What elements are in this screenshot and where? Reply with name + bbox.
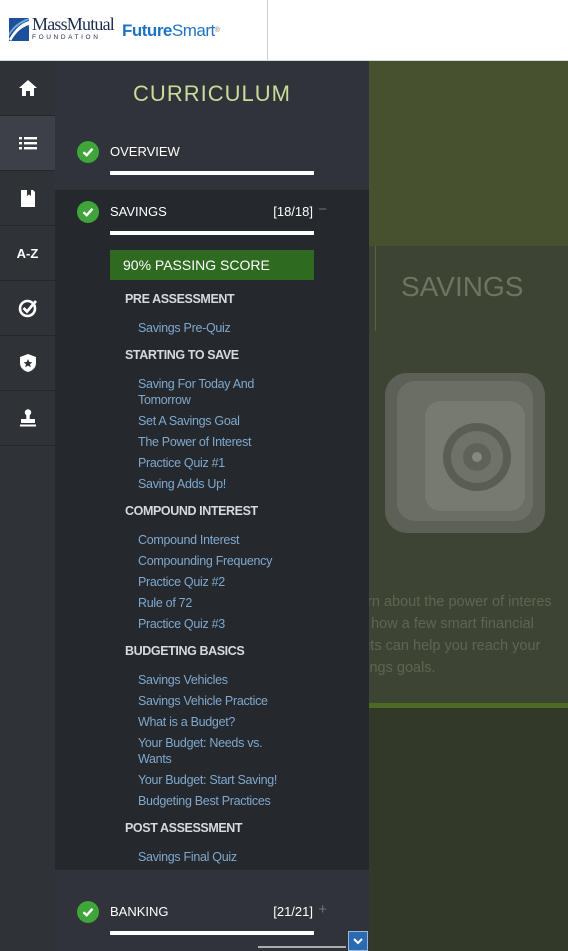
lesson-link[interactable]: Saving For Today And Tomorrow [138, 376, 278, 408]
section-label: OVERVIEW [110, 144, 180, 159]
lesson-link[interactable]: Your Budget: Start Saving! [138, 772, 278, 788]
lesson-link[interactable]: Saving Adds Up! [138, 476, 278, 492]
section-label: SAVINGS [110, 204, 167, 219]
section-underline [110, 931, 314, 935]
lesson-group-title: POST ASSESSMENT [125, 821, 243, 835]
lesson-link[interactable]: Practice Quiz #3 [138, 616, 278, 632]
top-header: MassMutual FOUNDATION FutureSmart® [0, 0, 568, 61]
safe-illustration [385, 373, 545, 533]
product-name-second: Smart [171, 21, 215, 40]
complete-check-icon [77, 201, 99, 223]
section-underline [110, 231, 314, 235]
section-overview[interactable]: OVERVIEW [77, 141, 313, 163]
lesson-link[interactable]: The Power of Interest [138, 434, 278, 450]
passing-score-label: 90% PASSING SCORE [123, 257, 270, 273]
chevron-down-icon [353, 938, 363, 945]
check-badge-icon [18, 299, 37, 318]
scroll-down-button[interactable] [348, 931, 368, 951]
complete-check-icon [77, 141, 99, 163]
lesson-lower-area [369, 708, 568, 951]
section-savings[interactable]: SAVINGS [18/18] − [77, 201, 327, 223]
nav-home-button[interactable] [0, 61, 55, 116]
lesson-intro-line: vings goals. [369, 660, 436, 676]
section-underline [110, 171, 314, 175]
trademark-mark: ® [214, 27, 220, 34]
left-icon-nav: A-Z [0, 61, 55, 951]
lesson-link[interactable]: Savings Pre-Quiz [138, 320, 278, 336]
curriculum-panel: CURRICULUM OVERVIEW SAVINGS [18/18] − 90… [55, 61, 369, 951]
lesson-link[interactable]: Savings Vehicles [138, 672, 278, 688]
lesson-hero-top [369, 61, 568, 246]
lesson-group-title: BUDGETING BASICS [125, 644, 245, 658]
list-icon [18, 137, 37, 150]
shield-star-icon [19, 354, 36, 372]
product-name-first: Future [122, 21, 172, 40]
section-banking[interactable]: BANKING [21/21] + [77, 901, 327, 923]
expand-toggle-icon[interactable]: + [318, 901, 327, 918]
nav-certificate-button[interactable] [0, 391, 55, 446]
lesson-background: SAVINGS arn about the power of interes d… [369, 61, 568, 951]
lesson-intro-line: d how a few smart financial [369, 616, 534, 632]
lesson-title: SAVINGS [401, 271, 524, 302]
nav-quiz-button[interactable] [0, 281, 55, 336]
nav-glossary-button[interactable]: A-Z [0, 226, 55, 281]
savings-subpanel: SAVINGS [18/18] − 90% PASSING SCORE PRE … [55, 190, 369, 870]
lesson-link[interactable]: Savings Vehicle Practice [138, 693, 278, 709]
collapse-toggle-icon[interactable]: − [318, 201, 327, 218]
lesson-link[interactable]: Practice Quiz #1 [138, 455, 278, 471]
section-progress-count: [18/18] [273, 204, 313, 219]
lesson-link[interactable]: Your Budget: Needs vs. Wants [138, 735, 278, 767]
book-icon [20, 190, 35, 207]
a-z-icon: A-Z [16, 245, 39, 261]
massmutual-logo-mark-icon [9, 18, 29, 41]
lesson-group-title: PRE ASSESSMENT [125, 292, 235, 306]
scroll-track-line [258, 946, 346, 948]
curriculum-title: CURRICULUM [133, 81, 291, 106]
lesson-link[interactable]: What is a Budget? [138, 714, 278, 730]
home-icon [18, 80, 37, 96]
header-divider [267, 0, 268, 60]
lesson-link[interactable]: Set A Savings Goal [138, 413, 278, 429]
lesson-title-rule [375, 246, 376, 331]
lesson-link[interactable]: Savings Final Quiz [138, 849, 278, 865]
lesson-link[interactable]: Compounding Frequency [138, 553, 278, 569]
nav-badges-button[interactable] [0, 336, 55, 391]
stamp-icon [19, 409, 36, 427]
brand-subtitle: FOUNDATION [32, 34, 101, 41]
lesson-link[interactable]: Budgeting Best Practices [138, 793, 278, 809]
lesson-intro-text: arn about the power of interes d how a f… [369, 591, 568, 679]
passing-score-banner: 90% PASSING SCORE [110, 250, 314, 280]
nav-curriculum-button[interactable] [0, 116, 55, 171]
lesson-intro-line: arn about the power of interes [369, 594, 552, 610]
lesson-link[interactable]: Rule of 72 [138, 595, 278, 611]
section-progress-count: [21/21] [273, 904, 313, 919]
nav-book-button[interactable] [0, 171, 55, 226]
lesson-link[interactable]: Practice Quiz #2 [138, 574, 278, 590]
lesson-group-title: COMPOUND INTEREST [125, 504, 258, 518]
lesson-intro-line: bits can help you reach your [369, 638, 541, 654]
complete-check-icon [77, 901, 99, 923]
massmutual-foundation-logo[interactable]: MassMutual FOUNDATION [9, 14, 115, 45]
lesson-link[interactable]: Compound Interest [138, 532, 278, 548]
lesson-group-title: STARTING TO SAVE [125, 348, 239, 362]
brand-name: MassMutual [32, 14, 115, 34]
futuresmart-logo[interactable]: FutureSmart® [122, 21, 220, 41]
section-label: BANKING [110, 904, 169, 919]
